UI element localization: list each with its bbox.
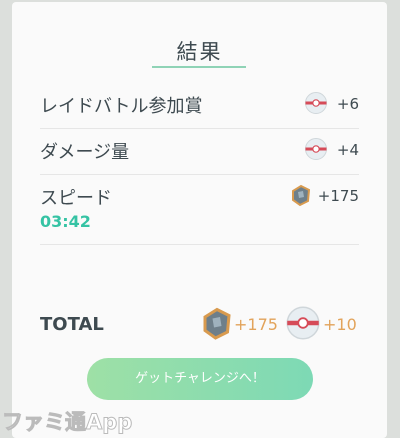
rare-candy-stone-icon: [199, 305, 235, 345]
premier-ball-icon: [304, 137, 328, 161]
reward-amount: +175: [317, 187, 359, 205]
reward-amount: +4: [336, 141, 359, 159]
watermark: ファミ通App: [1, 410, 133, 435]
premier-ball-icon: [285, 305, 321, 345]
title-underline: [152, 66, 246, 68]
speed-time: 03:42: [40, 212, 91, 231]
total-ball-amount: +10: [323, 315, 357, 334]
premier-ball-icon: [304, 91, 328, 115]
reward-row-raid-participation: レイドバトル参加賞 +6: [40, 82, 359, 129]
reward-label: レイドバトル参加賞: [40, 96, 203, 117]
get-challenge-button[interactable]: ゲットチャレンジへ！: [87, 358, 313, 400]
rare-candy-stone-icon: [289, 183, 313, 207]
reward-label: ダメージ量: [40, 142, 130, 163]
results-title: 結果: [176, 40, 223, 64]
reward-amount: +6: [336, 95, 359, 113]
reward-row-speed: スピード 03:42 +175: [40, 174, 359, 245]
total-label: TOTAL: [40, 314, 104, 335]
results-card: 結果 レイドバトル参加賞 +6 ダメージ量 +4 スピード 03:42 +175…: [12, 2, 387, 438]
reward-row-damage: ダメージ量 +4: [40, 128, 359, 175]
total-stone-amount: +175: [234, 315, 278, 334]
reward-label: スピード: [40, 188, 112, 209]
